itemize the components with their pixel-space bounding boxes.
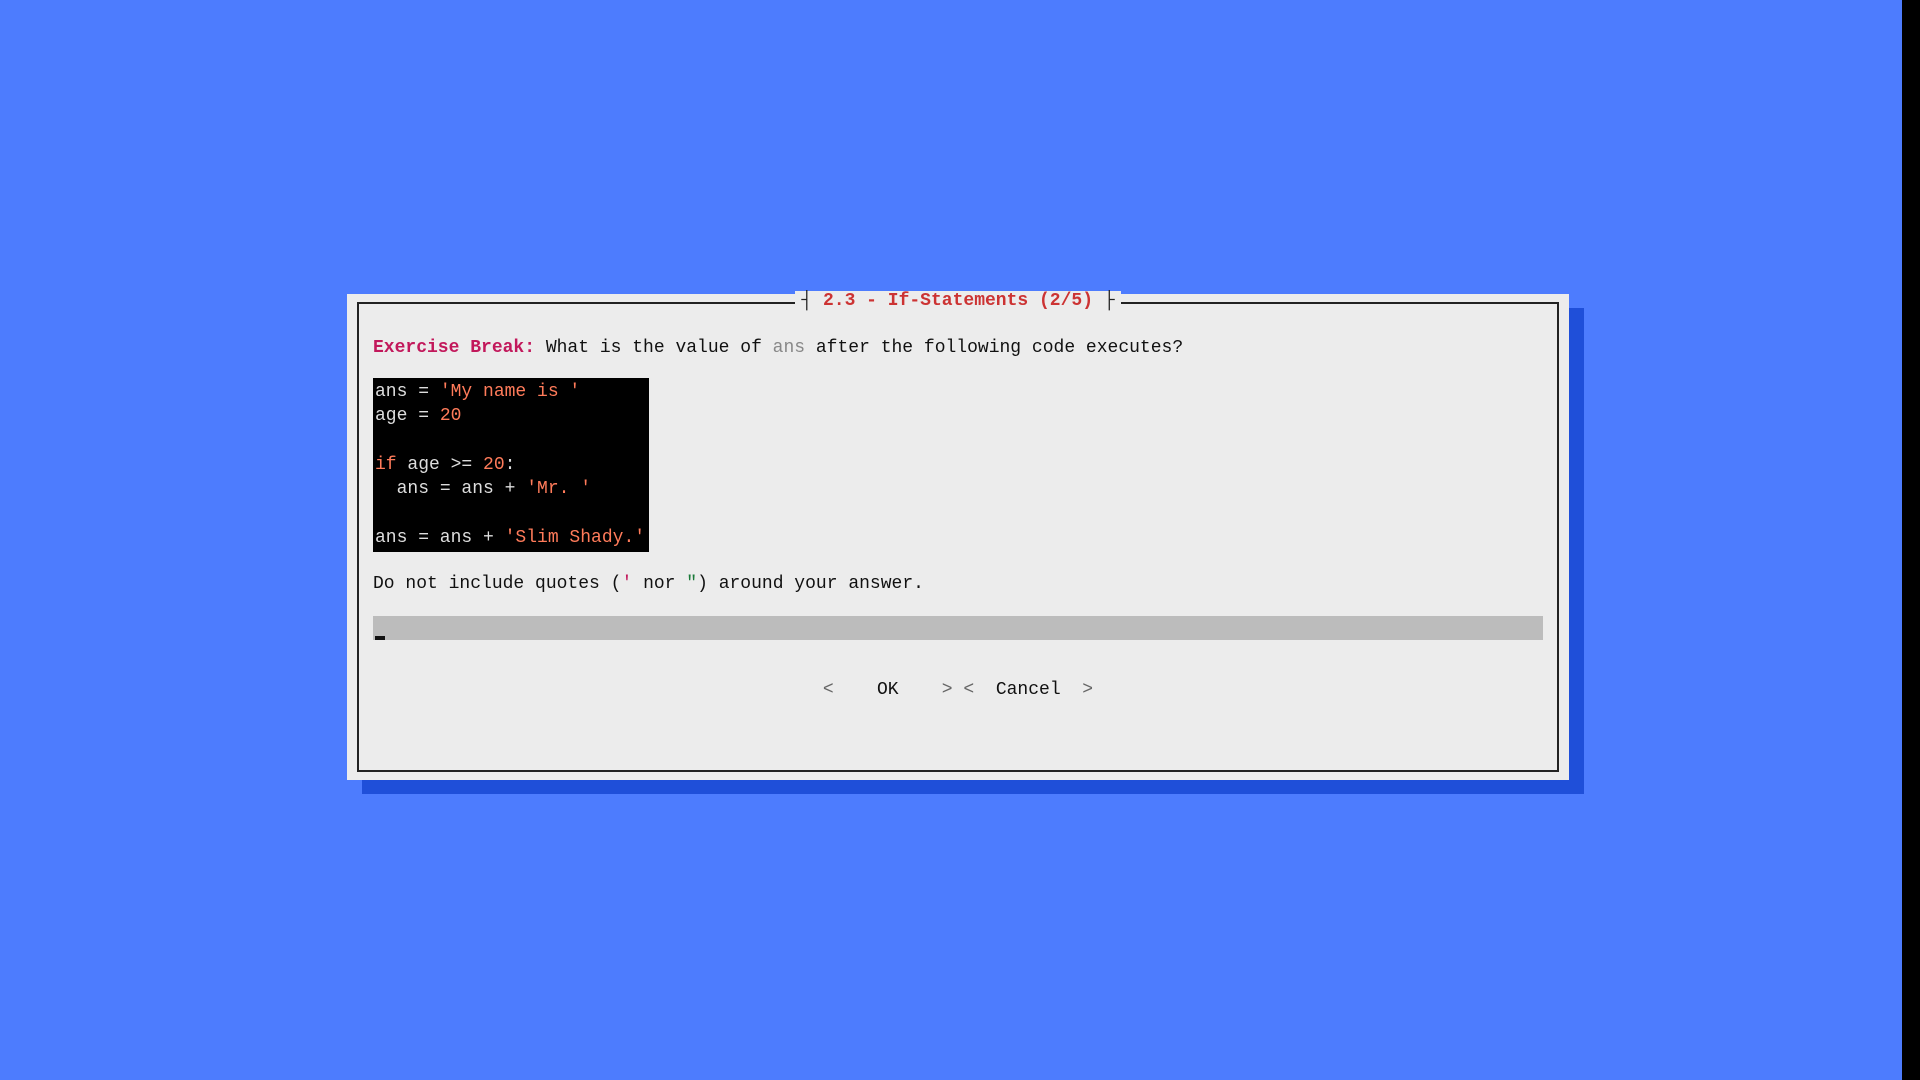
instr-before: Do not include quotes ( [373,574,621,594]
code-l7-str: 'Slim Shady.' [505,528,645,548]
code-l5-eq: = ans + [429,479,526,499]
code-l5-var: ans [397,479,429,499]
code-l2-eq: = [407,406,439,426]
code-l5-str: 'Mr. ' [526,479,591,499]
instr-double-quote: " [686,574,697,594]
title-pipe-left: ┤ [801,291,812,311]
cancel-button[interactable]: < Cancel > [963,680,1093,700]
question-ans-var: ans [773,338,805,358]
code-l4-if: if [375,455,397,475]
screen-right-edge [1902,0,1920,1080]
code-l2-var: age [375,406,407,426]
instr-after: ) around your answer. [697,574,924,594]
exercise-break-label: Exercise Break: [373,338,535,358]
button-row: < OK > < Cancel > [373,680,1543,700]
code-l2-num: 20 [440,406,462,426]
text-cursor [375,636,385,640]
ok-button[interactable]: < OK > [823,680,953,700]
code-l5-indent [375,479,397,499]
code-l1-eq: = [407,382,439,402]
question-part1: What is the value of [535,338,773,358]
cancel-lt: < [963,680,974,700]
question-text: Exercise Break: What is the value of ans… [373,338,1543,358]
dialog-title: ┤ 2.3 - If-Statements (2/5) ├ [795,291,1120,311]
code-l7-eq: = ans + [407,528,504,548]
cancel-gt: > [1082,680,1093,700]
code-l7-var: ans [375,528,407,548]
instruction-text: Do not include quotes (' nor ") around y… [373,574,1543,594]
code-l4-colon: : [505,455,516,475]
ok-label: OK [877,680,899,700]
code-block: ans = 'My name is ' age = 20 if age >= 2… [373,378,649,552]
instr-single-quote: ' [621,574,632,594]
title-label: 2.3 - If-Statements (2/5) [823,291,1093,311]
instr-mid: nor [632,574,686,594]
ok-gt: > [942,680,953,700]
cancel-label: Cancel [996,680,1061,700]
code-l1-str: 'My name is ' [440,382,580,402]
code-l4-cond: age >= [397,455,483,475]
code-l4-num: 20 [483,455,505,475]
question-part2: after the following code executes? [805,338,1183,358]
ok-lt: < [823,680,834,700]
exercise-dialog: ┤ 2.3 - If-Statements (2/5) ├ Exercise B… [347,294,1569,780]
code-l1-var: ans [375,382,407,402]
title-pipe-right: ├ [1104,291,1115,311]
dialog-title-wrap: ┤ 2.3 - If-Statements (2/5) ├ [359,291,1557,311]
dialog-frame: ┤ 2.3 - If-Statements (2/5) ├ Exercise B… [357,302,1559,772]
answer-input[interactable] [373,616,1543,640]
